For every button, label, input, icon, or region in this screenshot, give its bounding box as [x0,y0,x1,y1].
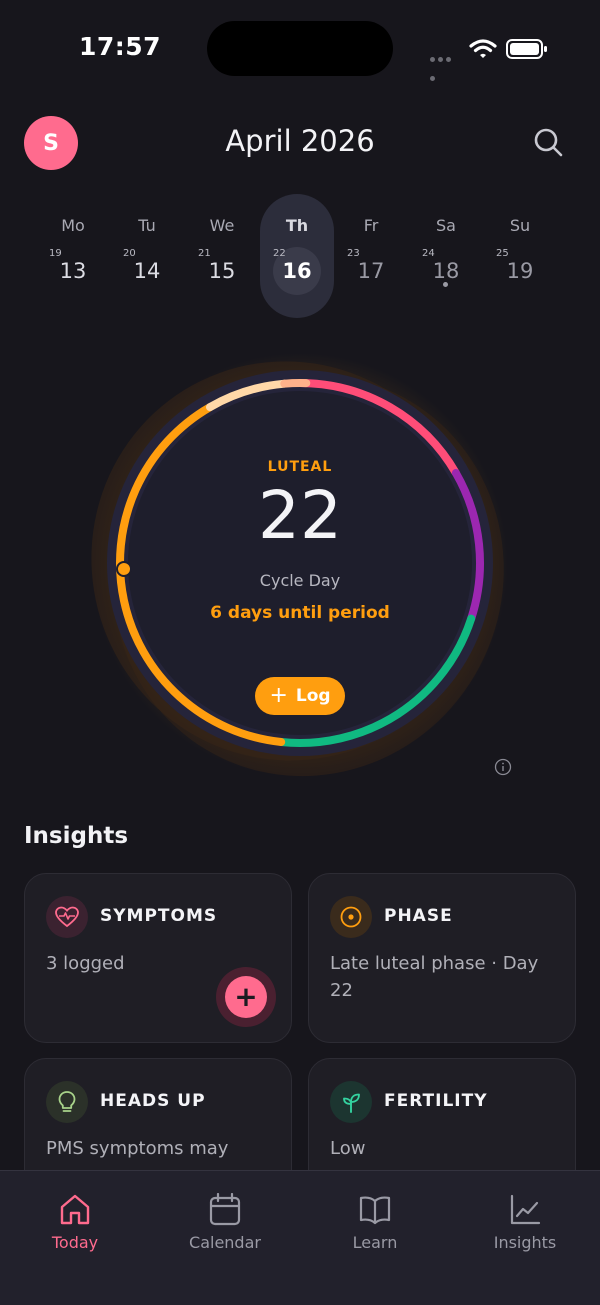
day-we[interactable]: We 15 21 [185,194,259,318]
day-name: Mo [61,216,85,235]
cycle-day-number: 22 [273,248,286,259]
day-number: 17 [357,259,385,283]
battery-icon [506,39,547,59]
card-body: Low [330,1138,366,1159]
cycle-day-number: 23 [347,248,360,259]
day-mo[interactable]: Mo 13 19 [36,194,110,318]
day-name: Sa [436,216,456,235]
info-icon[interactable] [494,758,512,776]
insights-heading: Insights [24,823,129,849]
day-number: 13 [59,259,87,283]
home-icon [60,1194,90,1225]
card-title: SYMPTOMS [100,906,218,926]
target-icon [330,896,372,938]
day-name: Fr [363,216,379,235]
calendar-icon [209,1193,241,1226]
sprout-icon [330,1081,372,1123]
wifi-icon [469,39,497,58]
day-number: 18 [432,259,460,283]
plus-icon: + [225,976,267,1018]
log-indicator-dot [443,282,448,287]
day-name: Th [285,216,309,235]
day-name: We [209,216,235,235]
add-symptom-button[interactable]: + [216,967,276,1027]
day-number: 14 [133,259,161,283]
day-number: 16 [282,259,312,283]
cycle-day-number: 24 [422,248,435,259]
tab-label: Today [51,1233,99,1252]
day-name: Tu [138,216,156,235]
log-button[interactable]: + Log [255,677,345,715]
cycle-day-number: 25 [496,248,509,259]
book-icon [359,1196,391,1225]
dynamic-island [207,21,393,76]
day-number: 15 [208,259,236,283]
tab-insights[interactable]: Insights [470,1191,580,1271]
day-number: 19 [506,259,534,283]
plus-icon: + [269,683,288,708]
day-fr[interactable]: Fr 17 23 [334,194,408,318]
tab-label: Calendar [189,1233,261,1252]
symptoms-card[interactable]: SYMPTOMS 3 logged + [24,873,292,1043]
cycle-center: LUTEAL 22 Cycle Day 6 days until period … [90,345,510,785]
card-title: PHASE [384,906,453,926]
card-body: Late luteal phase · Day 22 [330,953,539,1001]
header: S April 2026 [0,110,600,180]
lightbulb-icon [46,1081,88,1123]
tab-label: Insights [493,1233,557,1252]
tab-calendar[interactable]: Calendar [170,1191,280,1271]
week-strip: Mo 13 19 Tu 14 20 We 15 21 Th 16 22 Fr 1… [0,194,600,320]
cycle-day-value: 22 [258,477,342,554]
phase-label: LUTEAL [267,459,333,475]
card-title: FERTILITY [384,1091,488,1111]
cycle-day-number: 20 [123,248,136,259]
cycle-day-number: 21 [198,248,211,259]
day-tu[interactable]: Tu 14 20 [110,194,184,318]
tab-learn[interactable]: Learn [320,1191,430,1271]
status-bar: 17:57 [0,0,600,96]
tab-today[interactable]: Today [20,1191,130,1271]
tab-bar: Today Calendar Learn Insights [0,1170,600,1305]
cycle-day-number: 19 [49,248,62,259]
page-title: April 2026 [225,124,375,158]
card-title: HEADS UP [100,1091,206,1111]
cellular-signal-icon [430,47,460,81]
status-time: 17:57 [79,32,162,61]
log-button-label: Log [295,686,331,706]
period-countdown: 6 days until period [210,603,390,623]
cycle-day-label: Cycle Day [259,571,341,590]
card-body: PMS symptoms may [46,1138,229,1159]
chart-icon [510,1194,541,1225]
phase-card[interactable]: PHASE Late luteal phase · Day 22 [308,873,576,1043]
heart-pulse-icon [46,896,88,938]
search-icon[interactable] [532,126,566,160]
tab-label: Learn [352,1233,398,1252]
day-name: Su [509,216,531,235]
day-su[interactable]: Su 19 25 [483,194,557,318]
day-sa[interactable]: Sa 18 24 [409,194,483,318]
day-th-selected[interactable]: Th 16 22 [260,194,334,318]
